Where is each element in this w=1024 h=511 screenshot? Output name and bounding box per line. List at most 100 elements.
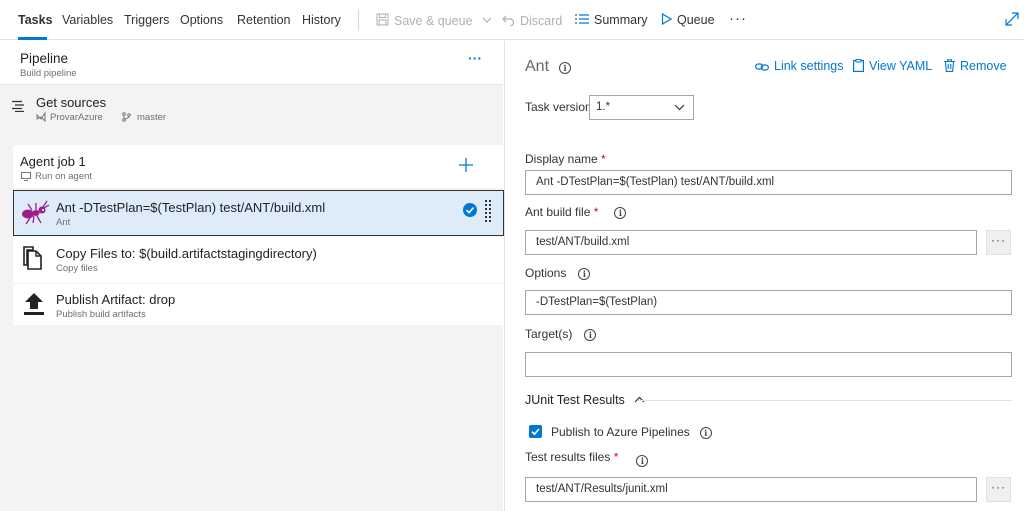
junit-section-header[interactable]: JUnit Test Results: [525, 393, 645, 407]
agent-job-card[interactable]: Agent job 1 Run on agent: [13, 145, 503, 188]
active-tab-indicator: [18, 37, 47, 40]
discard-label: Discard: [520, 14, 563, 28]
task-heading-label: Ant: [525, 58, 550, 75]
toolbar-divider: [358, 9, 359, 31]
queue-label: Queue: [677, 13, 715, 27]
more-actions-button[interactable]: ···: [729, 10, 747, 27]
info-icon[interactable]: i: [699, 427, 712, 439]
undo-icon: [502, 15, 515, 26]
display-name-input[interactable]: Ant -DTestPlan=$(TestPlan) test/ANT/buil…: [525, 170, 1012, 195]
play-icon: [661, 13, 672, 25]
info-icon[interactable]: i: [578, 268, 591, 280]
view-yaml-button[interactable]: View YAML: [853, 59, 932, 73]
agent-icon: [21, 172, 31, 181]
clipboard-icon: [853, 59, 865, 73]
required-mark: *: [601, 152, 606, 166]
task-publish-subtitle: Publish build artifacts: [56, 309, 146, 320]
task-ant-subtitle: Ant: [56, 217, 71, 228]
check-circle-icon: [463, 203, 477, 217]
remove-button[interactable]: Remove: [944, 59, 1007, 73]
browse-button[interactable]: ···: [986, 477, 1011, 502]
summary-label: Summary: [594, 13, 648, 27]
targets-label: Target(s) i: [525, 327, 597, 341]
section-divider: [638, 400, 1012, 401]
options-label: Options i: [525, 266, 591, 280]
task-details-pane: Ant i Link settings View YAML Remove Task…: [504, 41, 1024, 511]
pipeline-subtitle: Build pipeline: [20, 68, 77, 79]
targets-input[interactable]: [525, 352, 1012, 377]
discard-button[interactable]: Discard: [502, 13, 562, 28]
add-task-icon[interactable]: [459, 158, 473, 172]
view-yaml-label: View YAML: [869, 59, 933, 73]
task-publish-title: Publish Artifact: drop: [56, 292, 176, 307]
publish-checkbox[interactable]: [529, 425, 542, 438]
tab-tasks[interactable]: Tasks: [18, 13, 53, 27]
targets-label-text: Target(s): [525, 327, 573, 341]
task-copy-subtitle: Copy files: [56, 263, 98, 274]
info-icon[interactable]: i: [614, 207, 627, 219]
link-icon: [755, 63, 769, 71]
required-mark: *: [593, 205, 599, 219]
pipeline-more-button[interactable]: ···: [468, 50, 482, 66]
info-icon[interactable]: i: [584, 329, 597, 341]
tab-triggers[interactable]: Triggers: [124, 13, 169, 27]
pipeline-header[interactable]: Pipeline Build pipeline ···: [0, 41, 503, 85]
checkmark-icon: [531, 428, 540, 436]
task-version-select[interactable]: 1.*: [589, 95, 694, 120]
save-queue-button[interactable]: Save & queue: [376, 13, 492, 28]
options-label-text: Options: [525, 266, 567, 280]
test-results-label: Test results files * i: [525, 450, 649, 467]
summary-button[interactable]: Summary: [575, 13, 647, 27]
info-icon[interactable]: i: [636, 455, 649, 467]
repo-icon: [36, 112, 46, 122]
branch-name: master: [137, 112, 167, 123]
sources-icon: [12, 100, 24, 112]
get-sources-title: Get sources: [36, 95, 107, 110]
copy-files-icon: [23, 246, 42, 270]
save-queue-label: Save & queue: [394, 14, 473, 28]
required-mark: *: [613, 450, 619, 464]
task-version-value: 1.*: [596, 101, 611, 113]
upload-icon: [24, 293, 44, 315]
link-settings-label: Link settings: [774, 59, 844, 73]
task-item-publish-artifact[interactable]: Publish Artifact: drop Publish build art…: [13, 284, 503, 325]
tab-options[interactable]: Options: [180, 13, 223, 27]
publish-label-text: Publish to Azure Pipelines: [551, 425, 690, 439]
ant-build-file-label-text: Ant build file: [525, 205, 591, 219]
ant-icon: [22, 200, 50, 225]
test-results-input[interactable]: test/ANT/Results/junit.xml: [525, 477, 977, 502]
chevron-down-icon: [482, 17, 492, 23]
tab-variables[interactable]: Variables: [62, 13, 113, 27]
task-version-label: Task version: [525, 100, 592, 114]
publish-label: Publish to Azure Pipelines i: [551, 425, 712, 439]
task-ant-title: Ant -DTestPlan=$(TestPlan) test/ANT/buil…: [56, 200, 326, 215]
top-toolbar: Tasks Variables Triggers Options Retenti…: [0, 0, 1024, 40]
info-icon[interactable]: i: [559, 62, 572, 74]
task-item-ant[interactable]: Ant -DTestPlan=$(TestPlan) test/ANT/buil…: [13, 190, 504, 236]
test-results-label-text: Test results files: [525, 450, 611, 464]
repo-name: ProvarAzure: [50, 112, 103, 123]
pipeline-title: Pipeline: [20, 51, 69, 66]
browse-button[interactable]: ···: [986, 230, 1011, 255]
display-name-label: Display name *: [525, 152, 606, 166]
tab-history[interactable]: History: [302, 13, 341, 27]
junit-section-title: JUnit Test Results: [525, 393, 625, 407]
save-icon: [376, 13, 389, 26]
task-heading: Ant i: [525, 58, 572, 76]
task-item-copy-files[interactable]: Copy Files to: $(build.artifactstagingdi…: [13, 237, 503, 283]
expand-icon[interactable]: [1005, 12, 1019, 29]
chevron-down-icon: [674, 104, 685, 111]
remove-label: Remove: [960, 59, 1007, 73]
pipeline-tree-pane: Pipeline Build pipeline ··· Get sources …: [0, 41, 504, 511]
options-input[interactable]: -DTestPlan=$(TestPlan): [525, 290, 1012, 315]
queue-button[interactable]: Queue: [661, 13, 715, 27]
display-name-label-text: Display name: [525, 152, 598, 166]
task-copy-title: Copy Files to: $(build.artifactstagingdi…: [56, 246, 317, 261]
get-sources-row[interactable]: Get sources ProvarAzure master: [0, 85, 503, 133]
ant-build-file-input[interactable]: test/ANT/build.xml: [525, 230, 977, 255]
tab-retention[interactable]: Retention: [237, 13, 291, 27]
ant-build-file-label: Ant build file * i: [525, 205, 627, 219]
agent-job-title: Agent job 1: [20, 154, 86, 169]
link-settings-button[interactable]: Link settings: [755, 59, 843, 73]
drag-handle-icon[interactable]: [485, 200, 491, 224]
